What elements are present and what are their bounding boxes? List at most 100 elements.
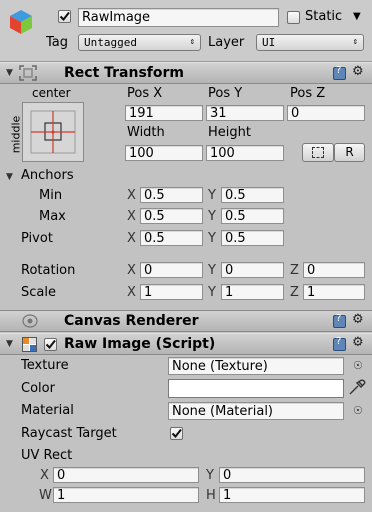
raw-image-header[interactable]: ▼ Raw Image (Script) ? ⚙: [0, 333, 372, 355]
layer-dropdown[interactable]: UI ⇕: [256, 34, 364, 51]
axis-x-label: X: [127, 188, 136, 203]
anchor-min-x-field[interactable]: 0.5: [140, 187, 203, 203]
help-book-icon[interactable]: ?: [333, 65, 346, 80]
foldout-arrow-icon[interactable]: ▼: [6, 172, 13, 182]
uv-x-field[interactable]: 0: [53, 467, 199, 483]
rotation-y-field[interactable]: 0: [221, 262, 284, 278]
eyedropper-icon[interactable]: [348, 378, 366, 400]
pos-z-field[interactable]: 0: [287, 105, 365, 121]
pos-x-field[interactable]: 191: [125, 105, 203, 121]
object-picker-icon[interactable]: ☉: [353, 404, 363, 417]
rect-transform-icon: [19, 65, 37, 85]
scale-label: Scale: [21, 285, 56, 300]
raw-edit-button[interactable]: R: [334, 143, 365, 162]
axis-x-label: X: [127, 263, 136, 278]
scale-y-field[interactable]: 1: [221, 284, 284, 300]
width-label: Width: [127, 125, 165, 140]
layer-value: UI: [262, 36, 276, 49]
axis-y-label: Y: [208, 231, 216, 246]
dropdown-arrows-icon: ⇕: [189, 37, 195, 47]
scale-x-field[interactable]: 1: [140, 284, 203, 300]
pivot-y-field[interactable]: 0.5: [221, 230, 284, 246]
help-book-icon[interactable]: ?: [333, 336, 346, 351]
tag-label: Tag: [46, 35, 69, 50]
material-label: Material: [21, 403, 74, 418]
axis-y-label: Y: [208, 188, 216, 203]
uv-x-label: X: [40, 468, 49, 483]
static-dropdown-icon[interactable]: ▼: [353, 11, 361, 22]
pivot-label: Pivot: [21, 231, 53, 246]
axis-z-label: Z: [290, 263, 299, 278]
pos-y-label: Pos Y: [208, 86, 243, 101]
gameobject-name-input[interactable]: RawImage: [78, 8, 279, 27]
rect-transform-header[interactable]: ▼ Rect Transform ? ⚙: [0, 62, 372, 84]
uv-w-field[interactable]: 1: [53, 487, 199, 503]
static-label: Static: [305, 9, 343, 24]
uv-rect-label: UV Rect: [21, 448, 73, 463]
axis-z-label: Z: [290, 285, 299, 300]
component-title: Rect Transform: [64, 65, 185, 81]
gear-icon[interactable]: ⚙: [352, 64, 364, 79]
static-checkbox[interactable]: [287, 11, 300, 24]
component-title: Raw Image (Script): [64, 336, 216, 352]
anchor-min-y-field[interactable]: 0.5: [221, 187, 284, 203]
rotation-z-field[interactable]: 0: [303, 262, 365, 278]
foldout-arrow-icon[interactable]: ▼: [6, 68, 13, 78]
anchors-label: Anchors: [21, 168, 74, 183]
layer-label: Layer: [208, 35, 245, 50]
width-field[interactable]: 100: [125, 145, 203, 161]
color-swatch[interactable]: [168, 379, 344, 398]
raycast-target-label: Raycast Target: [21, 426, 117, 441]
uv-w-label: W: [39, 488, 52, 503]
anchor-min-label: Min: [39, 188, 63, 203]
uv-h-label: H: [206, 488, 216, 503]
canvas-renderer-header[interactable]: Canvas Renderer ? ⚙: [0, 310, 372, 332]
active-checkbox[interactable]: [58, 10, 71, 23]
pos-x-label: Pos X: [127, 86, 163, 101]
anchor-max-y-field[interactable]: 0.5: [221, 208, 284, 224]
color-label: Color: [21, 381, 55, 396]
pivot-x-field[interactable]: 0.5: [140, 230, 203, 246]
gear-icon[interactable]: ⚙: [352, 335, 364, 350]
axis-y-label: Y: [208, 209, 216, 224]
component-enabled-checkbox[interactable]: [44, 338, 57, 351]
gear-icon[interactable]: ⚙: [352, 312, 364, 327]
tag-dropdown[interactable]: Untagged ⇕: [78, 34, 201, 51]
axis-y-label: Y: [208, 263, 216, 278]
object-picker-icon[interactable]: ☉: [353, 359, 363, 372]
axis-x-label: X: [127, 209, 136, 224]
anchor-max-x-field[interactable]: 0.5: [140, 208, 203, 224]
anchor-presets-button[interactable]: [22, 102, 84, 162]
gameobject-header: RawImage Static ▼ Tag Untagged ⇕ Layer U…: [0, 0, 372, 62]
axis-x-label: X: [127, 231, 136, 246]
rotation-x-field[interactable]: 0: [140, 262, 203, 278]
pos-y-field[interactable]: 31: [206, 105, 284, 121]
anchor-max-label: Max: [39, 209, 66, 224]
anchor-preset-v-label: middle: [9, 115, 23, 154]
help-book-icon[interactable]: ?: [333, 313, 346, 328]
scale-z-field[interactable]: 1: [303, 284, 365, 300]
uv-y-label: Y: [206, 468, 214, 483]
texture-label: Texture: [21, 358, 69, 373]
canvas-renderer-icon: [22, 314, 38, 332]
tag-value: Untagged: [84, 36, 137, 49]
height-label: Height: [208, 125, 251, 140]
uv-h-field[interactable]: 1: [219, 487, 365, 503]
anchor-preset-h-label: center: [32, 86, 71, 100]
texture-field[interactable]: None (Texture): [168, 357, 344, 375]
pos-z-label: Pos Z: [290, 86, 326, 101]
dropdown-arrows-icon: ⇕: [352, 37, 358, 47]
axis-x-label: X: [127, 285, 136, 300]
raw-image-icon: [22, 337, 37, 356]
blueprint-icon: [312, 147, 324, 158]
raycast-target-checkbox[interactable]: [170, 427, 183, 440]
rotation-label: Rotation: [21, 263, 76, 278]
cube-icon: [8, 8, 34, 40]
component-title: Canvas Renderer: [64, 313, 199, 329]
material-field[interactable]: None (Material): [168, 402, 344, 420]
blueprint-mode-button[interactable]: [302, 143, 334, 162]
axis-y-label: Y: [208, 285, 216, 300]
foldout-arrow-icon[interactable]: ▼: [6, 339, 13, 349]
uv-y-field[interactable]: 0: [219, 467, 365, 483]
height-field[interactable]: 100: [206, 145, 284, 161]
